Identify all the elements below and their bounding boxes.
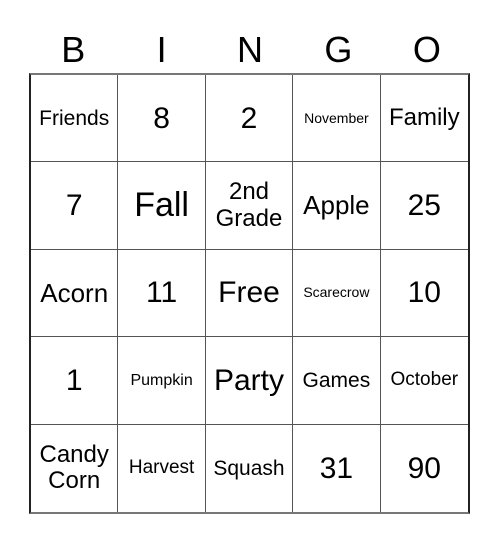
bingo-cell[interactable]: Squash bbox=[206, 424, 294, 512]
bingo-cell[interactable]: Pumpkin bbox=[118, 337, 206, 425]
bingo-cell[interactable]: 90 bbox=[381, 425, 468, 512]
bingo-cell[interactable]: Fall bbox=[118, 162, 206, 250]
header-letter-i: I bbox=[156, 29, 167, 70]
bingo-cell[interactable]: 2nd Grade bbox=[205, 162, 294, 250]
bingo-cell[interactable]: 1 bbox=[31, 337, 119, 425]
free-space-cell[interactable]: Free bbox=[205, 249, 294, 338]
bingo-cell[interactable]: October bbox=[380, 337, 468, 425]
bingo-cell[interactable]: 8 bbox=[118, 75, 206, 163]
header-letter-n: N bbox=[237, 29, 264, 70]
bingo-cell[interactable]: 31 bbox=[293, 424, 381, 512]
bingo-cell[interactable]: 7 bbox=[31, 162, 119, 250]
header-letter-g: G bbox=[324, 29, 353, 70]
bingo-cell[interactable]: 2 bbox=[205, 75, 294, 163]
bingo-cell[interactable]: Party bbox=[205, 337, 294, 425]
bingo-cell[interactable]: Apple bbox=[293, 162, 381, 250]
bingo-grid: Friends 8 2 November Family 7 Fall 2nd G… bbox=[29, 73, 470, 514]
bingo-cell[interactable]: November bbox=[293, 75, 381, 163]
bingo-cell[interactable]: Acorn bbox=[31, 249, 119, 338]
bingo-header: B I N G O bbox=[29, 28, 471, 72]
bingo-cell[interactable]: Harvest bbox=[118, 424, 206, 512]
bingo-cell[interactable]: Games bbox=[293, 337, 381, 425]
header-letter-o: O bbox=[412, 29, 441, 70]
bingo-cell[interactable]: Family bbox=[380, 75, 468, 163]
bingo-cell[interactable]: Friends bbox=[31, 75, 119, 163]
bingo-cell[interactable]: 10 bbox=[380, 250, 468, 338]
header-letter-b: B bbox=[61, 29, 86, 70]
bingo-cell[interactable]: Candy Corn bbox=[31, 424, 119, 512]
bingo-cell[interactable]: 11 bbox=[118, 249, 206, 338]
bingo-cell[interactable]: 25 bbox=[380, 162, 468, 250]
bingo-cell[interactable]: Scarecrow bbox=[293, 249, 381, 338]
